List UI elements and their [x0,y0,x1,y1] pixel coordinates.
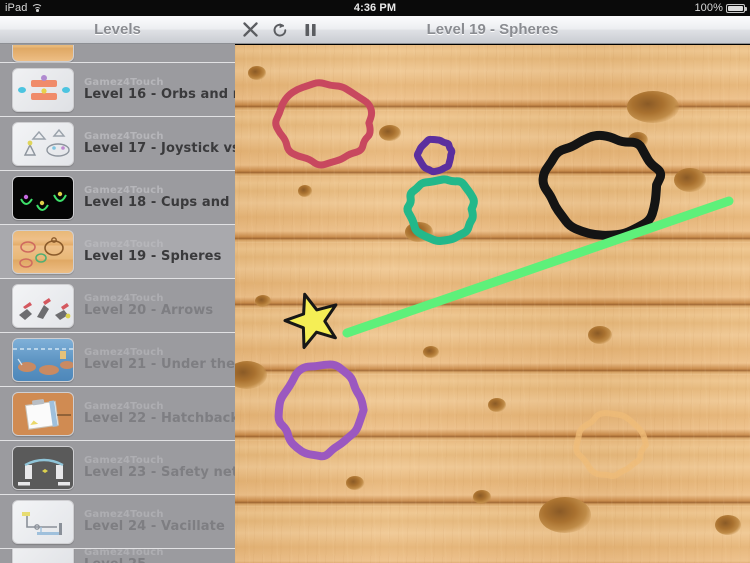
level-name: Level 17 - Joystick vs joyp [84,140,235,156]
level-meta: Gamez4Touch Level 22 - Hatchback [84,401,235,427]
level-list-item[interactable]: Gamez4Touch Level 23 - Safety net [0,441,235,495]
sidebar-navigation-bar: Levels [0,16,235,44]
ios-status-bar: iPad 4:36 PM 100% [0,0,750,16]
level-meta: Gamez4TouchLevel 25 [84,549,164,563]
yellow-star[interactable] [283,292,338,349]
level-meta: Gamez4TouchLevel 17 - Joystick vs joyp [84,131,235,157]
levels-list[interactable]: Gamez4TouchLevel 16 - Orbs and rhomb Game… [0,45,235,563]
level-list-item[interactable]: Gamez4Touch Level 20 - Arrows [0,279,235,333]
level-thumbnail [12,121,74,166]
level-list-item[interactable]: Gamez4TouchLevel 25 [0,549,235,563]
status-clock: 4:36 PM [353,2,397,14]
level-name: Level 24 - Vacillate [84,518,225,534]
level-list-item[interactable]: Gamez4Touch Level 19 - Spheres [0,225,235,279]
level-name: Level 22 - Hatchback [84,410,235,426]
purple-ring[interactable] [274,360,368,461]
game-stage[interactable] [235,45,750,563]
level-meta: Gamez4Touch Level 24 - Vacillate [84,509,225,535]
split-view: Levels Gamez4TouchLevel 16 - Orbs and rh… [0,16,750,563]
level-name: Level 23 - Safety net [84,464,235,480]
level-name: Level 21 - Under the sea [84,356,235,372]
restart-icon[interactable] [265,17,295,43]
level-meta: Gamez4Touch Level 23 - Safety net [84,455,235,481]
red-ring[interactable] [272,79,376,169]
purple-small-ring[interactable] [413,135,456,176]
battery-full-icon [726,3,747,13]
level-list-item[interactable]: Gamez4TouchLevel 21 - Under the sea [0,333,235,387]
teal-ring[interactable] [403,175,478,245]
level-name: Level 16 - Orbs and rhomb [84,86,235,102]
level-thumbnail [12,549,74,563]
level-name: Level 25 [84,557,164,563]
level-name: Level 19 - Spheres [84,248,222,264]
level-thumbnail [12,229,74,274]
level-name: Level 20 - Arrows [84,302,214,318]
close-icon[interactable] [235,17,265,43]
ipad-app-window: iPad 4:36 PM 100% Levels Gamez4Touch Leve… [0,0,750,563]
level-thumbnail [12,337,74,382]
level-meta: Gamez4Touch Level 19 - Spheres [84,239,221,265]
battery-percent-label: 100% [694,2,723,14]
level-list-item[interactable] [0,45,235,63]
levels-sidebar: Levels Gamez4TouchLevel 16 - Orbs and rh… [0,16,235,563]
level-thumbnail [12,499,74,544]
status-left: iPad [0,2,200,14]
wifi-icon [31,3,44,13]
game-navigation-bar: Level 19 - Spheres [235,16,750,44]
level-thumbnail [12,175,74,220]
level-meta: Gamez4TouchLevel 18 - Cups and balls [84,185,235,211]
status-right: 100% [550,2,750,14]
level-thumbnail [12,45,74,62]
level-name: Level 18 - Cups and balls [84,194,235,210]
pause-icon[interactable] [295,17,325,43]
level-list-item[interactable]: Gamez4TouchLevel 17 - Joystick vs joyp [0,117,235,171]
shapes-svg [272,79,734,480]
level-meta: Gamez4TouchLevel 16 - Orbs and rhomb [84,77,235,103]
level-list-item[interactable]: Gamez4TouchLevel 16 - Orbs and rhomb [0,63,235,117]
level-thumbnail [12,445,74,490]
orange-ring[interactable] [573,410,649,480]
green-launch-line[interactable] [342,196,734,338]
level-meta: Gamez4Touch Level 20 - Arrows [84,293,213,319]
level-thumbnail [12,283,74,328]
device-label: iPad [5,2,28,14]
level-meta: Gamez4TouchLevel 21 - Under the sea [84,347,235,373]
level-list-item[interactable]: Gamez4Touch Level 22 - Hatchback [0,387,235,441]
sidebar-title: Levels [94,21,141,38]
level-thumbnail [12,391,74,436]
drawn-shapes-layer [235,45,750,563]
level-list-item[interactable]: Gamez4Touch Level 24 - Vacillate [0,495,235,549]
black-ring[interactable] [538,130,666,240]
game-pane: Level 19 - Spheres [235,16,750,563]
level-list-item[interactable]: Gamez4TouchLevel 18 - Cups and balls [0,171,235,225]
level-thumbnail [12,67,74,112]
